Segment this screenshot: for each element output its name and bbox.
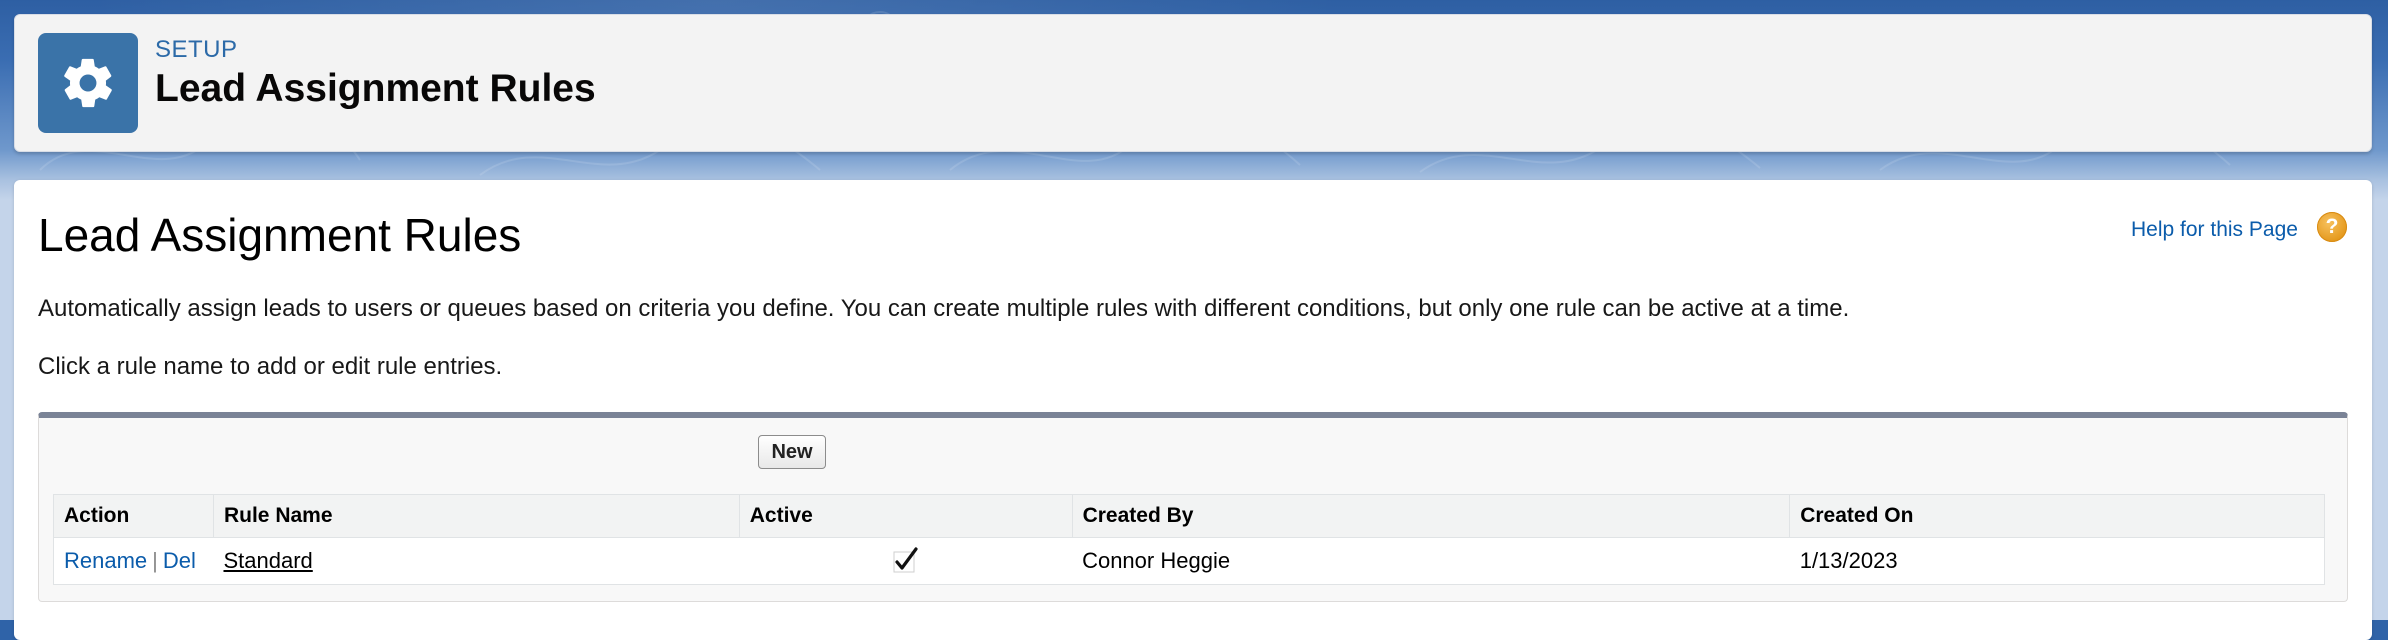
created-on-cell: 1/13/2023: [1799, 548, 1898, 573]
column-header-rule-name: Rule Name: [213, 494, 740, 538]
page-description: Automatically assign leads to users or q…: [38, 295, 1850, 322]
breadcrumb-setup: SETUP: [155, 36, 238, 63]
action-cell: Rename | Del: [54, 538, 214, 585]
column-header-created-on: Created On: [1789, 494, 2325, 538]
setup-header: SETUP Lead Assignment Rules: [14, 14, 2372, 152]
rule-name-cell: Standard: [213, 538, 739, 585]
table-row: Rename | Del Standard Connor Heggie 1/13/2…: [54, 538, 2325, 585]
header-title: Lead Assignment Rules: [155, 67, 596, 110]
page-title: Lead Assignment Rules: [38, 209, 522, 261]
new-rule-button[interactable]: New: [758, 435, 826, 469]
rules-list-block: New Action Rule Name Active Created By C…: [38, 412, 2348, 602]
table-header-row: Action Rule Name Active Created By Creat…: [53, 494, 2325, 538]
column-header-action: Action: [53, 494, 214, 538]
rename-link[interactable]: Rename: [64, 548, 147, 573]
main-content: Lead Assignment Rules Help for this Page…: [14, 180, 2372, 640]
column-header-created-by: Created By: [1072, 494, 1791, 538]
column-header-active: Active: [739, 494, 1073, 538]
page-instruction: Click a rule name to add or edit rule en…: [38, 353, 503, 380]
gear-icon: [38, 33, 138, 133]
gear-icon-svg: [64, 58, 112, 108]
help-for-this-page-link[interactable]: Help for this Page: [2131, 218, 2298, 242]
active-cell: [739, 538, 1072, 585]
action-separator: |: [152, 548, 158, 573]
rule-name-link[interactable]: Standard: [223, 548, 312, 573]
created-by-cell: Connor Heggie: [1082, 548, 1231, 573]
rules-table: Action Rule Name Active Created By Creat…: [53, 494, 2325, 585]
question-mark-icon[interactable]: ?: [2317, 212, 2347, 242]
checkmark-icon: [893, 547, 918, 573]
delete-link[interactable]: Del: [163, 548, 196, 573]
